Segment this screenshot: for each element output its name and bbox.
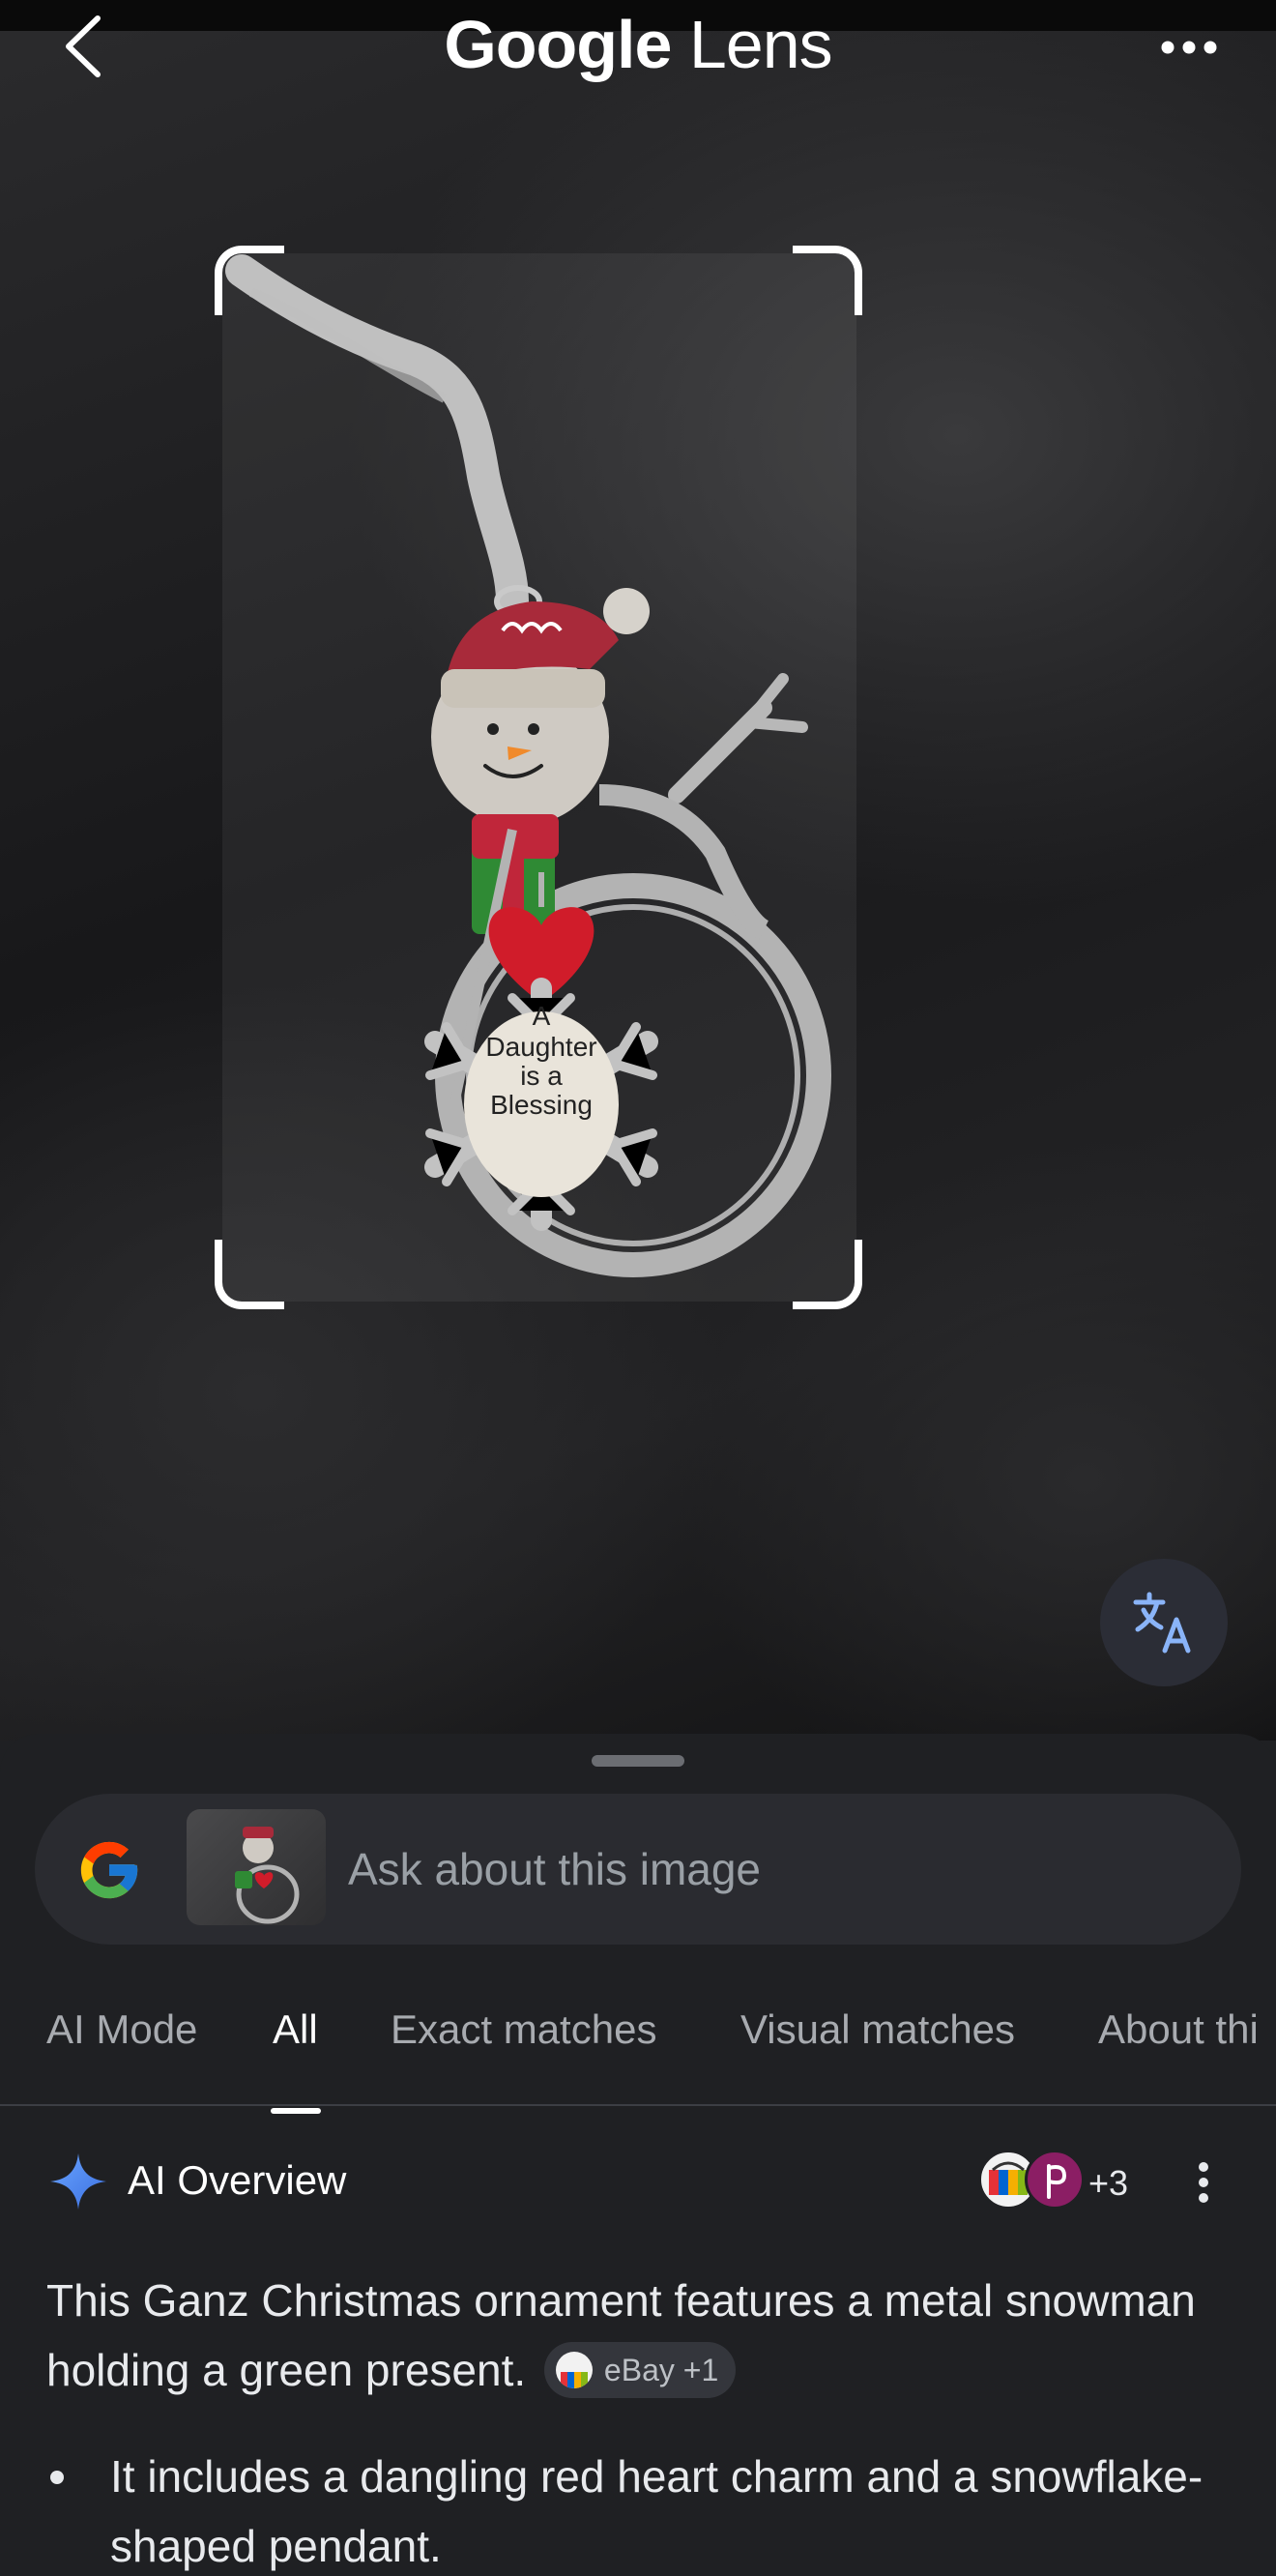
app-title: Google Lens <box>0 6 1276 83</box>
source-chip[interactable]: eBay +1 <box>543 2341 737 2398</box>
ornament-text-line: A <box>533 1001 551 1031</box>
crop-handle-top-left[interactable] <box>215 246 284 315</box>
source-avatars[interactable] <box>978 2150 1094 2213</box>
crop-handle-bottom-left[interactable] <box>215 1240 284 1309</box>
sheet-drag-handle[interactable] <box>592 1755 684 1767</box>
ai-overview-title: AI Overview <box>128 2157 347 2203</box>
bullet-text: It includes a dangling red heart charm a… <box>110 2451 1204 2571</box>
translate-button[interactable] <box>1100 1559 1228 1686</box>
tab-exact-matches[interactable]: Exact matches <box>391 2006 656 2053</box>
title-product: Lens <box>688 7 833 82</box>
thumbnail-ornament-icon <box>235 1827 300 1924</box>
top-app-bar: Google Lens <box>0 0 1276 97</box>
more-vertical-icon <box>1199 2162 1208 2203</box>
list-item: It includes a dangling red heart charm a… <box>46 2442 1235 2576</box>
tab-visual-matches[interactable]: Visual matches <box>740 2006 1015 2053</box>
poshmark-source-icon <box>1025 2150 1085 2210</box>
google-g-icon <box>80 1841 138 1899</box>
ornament-text-line: Blessing <box>490 1090 593 1120</box>
ai-overview-options-button[interactable] <box>1187 2153 1220 2211</box>
translate-icon <box>1133 1592 1191 1654</box>
tab-all[interactable]: All <box>273 2006 318 2053</box>
results-bottom-sheet: AI Mode All Exact matches Visual matches… <box>0 1734 1276 2576</box>
tabs-divider <box>0 2104 1276 2106</box>
sparkle-icon <box>50 2153 106 2210</box>
ornament-text-line: Daughter <box>485 1032 596 1062</box>
result-tabs: AI Mode All Exact matches Visual matches… <box>0 1987 1276 2114</box>
tab-about-this-image[interactable]: About thi <box>1098 2006 1259 2053</box>
more-options-button[interactable] <box>1150 14 1228 81</box>
ebay-chip-icon <box>555 2351 593 2388</box>
camera-image-area: Google Lens A Daughter is a Blessing <box>0 0 1276 1741</box>
search-bar[interactable] <box>35 1794 1241 1945</box>
more-horizontal-icon <box>1161 41 1217 54</box>
crop-handle-top-right[interactable] <box>793 246 862 315</box>
bullet-point-icon <box>50 2471 64 2484</box>
search-input[interactable] <box>348 1832 1199 1906</box>
crop-handle-bottom-right[interactable] <box>793 1240 862 1309</box>
ornament-text-line: is a <box>520 1061 563 1091</box>
query-image-thumbnail[interactable] <box>187 1809 326 1925</box>
additional-sources-count[interactable]: +3 <box>1088 2163 1128 2204</box>
ai-overview-summary: This Ganz Christmas ornament features a … <box>46 2266 1235 2405</box>
source-chip-label: eBay +1 <box>603 2352 719 2387</box>
active-tab-indicator <box>271 2108 321 2114</box>
ornament-image: A Daughter is a Blessing <box>225 254 831 1277</box>
tab-ai-mode[interactable]: AI Mode <box>46 2006 197 2053</box>
ai-overview-header: AI Overview +3 <box>0 2144 1276 2221</box>
title-brand: Google <box>444 7 672 82</box>
